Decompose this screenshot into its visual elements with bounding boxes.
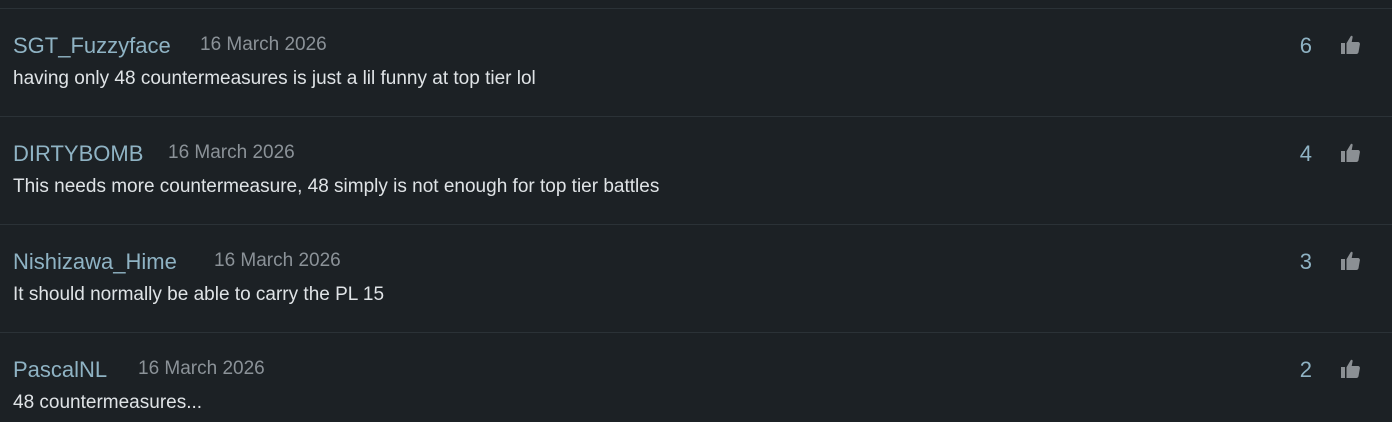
comment-item: SGT_Fuzzyface 16 March 2026 having only …	[0, 9, 1392, 117]
comment-item: DIRTYBOMB 16 March 2026 This needs more …	[0, 117, 1392, 225]
thumbs-up-icon[interactable]	[1337, 248, 1365, 274]
comment-author[interactable]: Nishizawa_Hime	[13, 249, 177, 275]
thumbs-up-icon[interactable]	[1337, 32, 1365, 58]
comment-text: having only 48 countermeasures is just a…	[13, 68, 536, 89]
comment-author[interactable]: SGT_Fuzzyface	[13, 33, 171, 59]
comment-text: This needs more countermeasure, 48 simpl…	[13, 176, 660, 197]
like-count: 3	[1299, 249, 1312, 274]
comment-date: 16 March 2026	[200, 34, 327, 55]
comment-text: 48 countermeasures...	[13, 392, 203, 413]
comment-date: 16 March 2026	[214, 250, 341, 271]
comment-date: 16 March 2026	[138, 358, 265, 379]
comment-item: PascalNL 16 March 2026 48 countermeasure…	[0, 333, 1392, 422]
thumbs-up-icon[interactable]	[1337, 356, 1365, 382]
comment-author[interactable]: DIRTYBOMB	[13, 141, 143, 167]
like-count: 4	[1299, 141, 1312, 166]
comments-list: SGT_Fuzzyface 16 March 2026 having only …	[0, 0, 1392, 422]
thumbs-up-icon[interactable]	[1337, 140, 1365, 166]
comment-author[interactable]: PascalNL	[13, 357, 107, 383]
like-count: 6	[1299, 33, 1312, 58]
comment-item: Nishizawa_Hime 16 March 2026 It should n…	[0, 225, 1392, 333]
comment-date: 16 March 2026	[168, 142, 295, 163]
like-count: 2	[1299, 357, 1312, 382]
comment-text: It should normally be able to carry the …	[13, 284, 385, 305]
